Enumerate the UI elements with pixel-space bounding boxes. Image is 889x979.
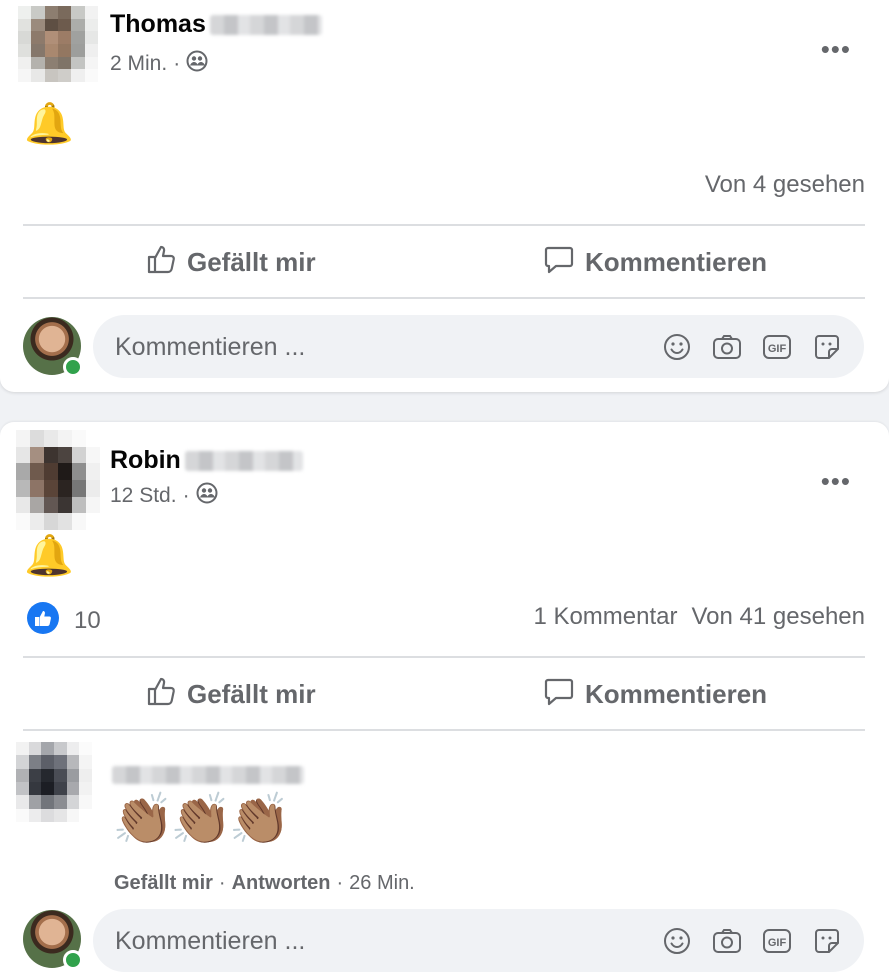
comment-bubble-icon — [543, 675, 575, 714]
comment-like-link[interactable]: Gefällt mir — [114, 872, 213, 895]
friends-audience-icon[interactable] — [186, 50, 208, 78]
gif-icon[interactable]: GIF — [762, 926, 792, 956]
svg-text:GIF: GIF — [768, 343, 787, 355]
like-button[interactable]: Gefällt mir — [145, 675, 316, 714]
comment-button[interactable]: Kommentieren — [543, 243, 767, 282]
comment-label: Kommentieren — [585, 679, 768, 709]
sticker-icon[interactable] — [812, 926, 842, 956]
like-reaction-icon — [26, 601, 60, 640]
camera-icon[interactable] — [712, 926, 742, 956]
commenter-name-redacted[interactable] — [112, 766, 304, 784]
friends-audience-icon[interactable] — [196, 482, 218, 510]
comment-composer[interactable]: GIF — [93, 315, 864, 380]
comment-input[interactable] — [113, 315, 637, 380]
separator: · — [336, 872, 344, 894]
post-card: Robin 12 Std. · ••• 🔔 10 1 Kommentar Von… — [0, 422, 889, 979]
comment-reply-link[interactable]: Antworten — [232, 872, 331, 895]
comment-actions: Gefällt mir · Antworten · 26 Min. — [114, 872, 415, 895]
sticker-icon[interactable] — [812, 332, 842, 362]
author-name[interactable]: Robin — [110, 446, 181, 475]
reaction-count: 10 — [74, 606, 101, 634]
author-surname-redacted — [184, 450, 303, 471]
more-icon[interactable]: ••• — [821, 468, 851, 494]
divider — [23, 729, 865, 731]
gif-icon[interactable]: GIF — [762, 332, 792, 362]
online-status-dot — [63, 357, 83, 377]
reaction-summary[interactable]: 10 — [26, 601, 101, 640]
separator: · — [173, 52, 181, 75]
seen-count[interactable]: Von 41 gesehen — [692, 603, 866, 631]
svg-text:GIF: GIF — [768, 937, 787, 949]
divider — [23, 656, 865, 658]
like-button[interactable]: Gefällt mir — [145, 243, 316, 282]
comment-count[interactable]: 1 Kommentar — [533, 603, 677, 631]
more-icon[interactable]: ••• — [821, 36, 851, 62]
comment-text: 👏🏽👏🏽👏🏽 — [112, 791, 291, 847]
camera-icon[interactable] — [712, 332, 742, 362]
comment-bubble-icon — [543, 243, 575, 282]
online-status-dot — [63, 950, 83, 970]
post-meta: 2 Min. · — [110, 50, 208, 78]
separator: · — [182, 484, 190, 507]
emoji-icon[interactable] — [662, 926, 692, 956]
author-avatar[interactable] — [18, 6, 98, 82]
comment-label: Kommentieren — [585, 247, 768, 277]
comment-composer[interactable]: GIF — [93, 909, 864, 974]
emoji-icon[interactable] — [662, 332, 692, 362]
comment-button[interactable]: Kommentieren — [543, 675, 767, 714]
divider — [23, 224, 865, 226]
comment-time[interactable]: 26 Min. — [349, 872, 415, 895]
author-surname-redacted — [209, 14, 322, 35]
author-avatar[interactable] — [16, 430, 100, 530]
seen-count[interactable]: Von 4 gesehen — [705, 171, 865, 199]
post-time[interactable]: 2 Min. — [110, 52, 167, 76]
like-label: Gefällt mir — [187, 247, 316, 277]
post-content: 🔔 — [24, 534, 74, 578]
like-label: Gefällt mir — [187, 679, 316, 709]
author-name[interactable]: Thomas — [110, 10, 206, 39]
post-content: 🔔 — [24, 102, 74, 146]
post-time[interactable]: 12 Std. — [110, 484, 177, 508]
post-meta: 12 Std. · — [110, 482, 218, 510]
like-thumb-icon — [145, 675, 177, 714]
divider — [23, 297, 865, 299]
post-stats: 1 Kommentar Von 41 gesehen — [533, 603, 865, 631]
like-thumb-icon — [145, 243, 177, 282]
separator: · — [218, 872, 226, 894]
commenter-avatar[interactable] — [16, 742, 92, 822]
comment-input[interactable] — [113, 909, 637, 974]
post-card: Thomas 2 Min. · ••• 🔔 Von 4 gesehen Gefä… — [0, 0, 889, 392]
